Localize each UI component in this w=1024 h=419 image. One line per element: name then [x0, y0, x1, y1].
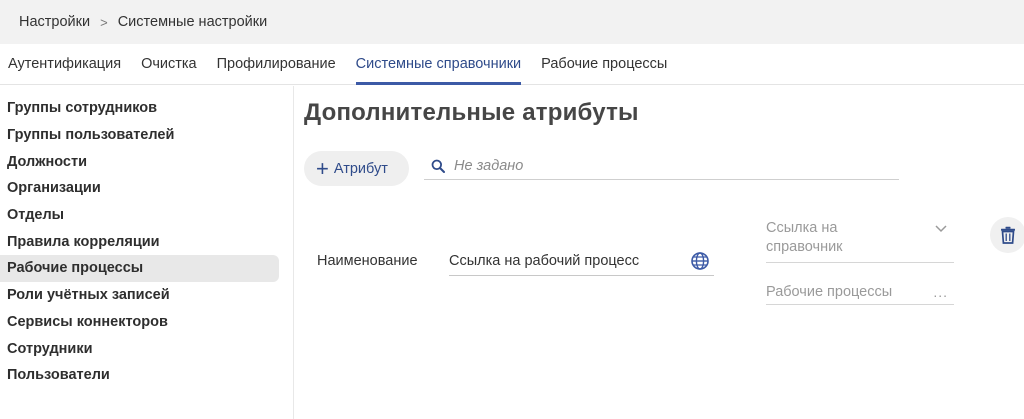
sidebar-item-correlation-rules[interactable]: Правила корреляции: [0, 228, 279, 255]
sidebar-item-user-groups[interactable]: Группы пользователей: [0, 122, 279, 149]
sidebar-item-organizations[interactable]: Организации: [0, 175, 279, 202]
sidebar-item-positions[interactable]: Должности: [0, 148, 279, 175]
sidebar-item-users[interactable]: Пользователи: [0, 362, 279, 389]
sidebar-item-connector-services[interactable]: Сервисы коннекторов: [0, 309, 279, 336]
tab-bar: Аутентификация Очистка Профилирование Си…: [0, 44, 1024, 85]
breadcrumb: Настройки > Системные настройки: [0, 0, 1024, 44]
workflow-field-placeholder: Рабочие процессы: [766, 283, 893, 300]
attribute-name-value: Ссылка на рабочий процесс: [449, 252, 640, 269]
search-field: [424, 152, 899, 180]
main-content: Дополнительные атрибуты + Атрибут Наимен…: [295, 86, 1024, 419]
add-attribute-label: Атрибут: [333, 160, 388, 177]
chevron-down-icon[interactable]: [934, 221, 948, 235]
delete-attribute-button[interactable]: [990, 217, 1024, 253]
attribute-name-field[interactable]: Ссылка на рабочий процесс: [449, 246, 714, 276]
page-title: Дополнительные атрибуты: [304, 99, 639, 126]
breadcrumb-settings[interactable]: Настройки: [19, 14, 90, 30]
tab-authentication[interactable]: Аутентификация: [8, 44, 121, 84]
attribute-name-label: Наименование: [317, 253, 418, 269]
sidebar: Группы сотрудников Группы пользователей …: [0, 86, 294, 419]
sidebar-item-departments[interactable]: Отделы: [0, 202, 279, 229]
globe-icon[interactable]: [690, 251, 710, 271]
breadcrumb-system-settings: Системные настройки: [117, 14, 268, 30]
sidebar-item-account-roles[interactable]: Роли учётных записей: [0, 282, 279, 309]
tab-cleanup[interactable]: Очистка: [141, 44, 197, 84]
tab-profiling[interactable]: Профилирование: [217, 44, 336, 84]
search-icon: [431, 159, 445, 173]
tab-system-directories[interactable]: Системные справочники: [355, 44, 522, 85]
workflow-field[interactable]: Рабочие процессы ...: [766, 279, 954, 305]
reference-select[interactable]: Ссылка на справочник: [766, 219, 954, 263]
trash-icon: [1001, 226, 1015, 244]
sidebar-item-employee-groups[interactable]: Группы сотрудников: [0, 95, 279, 122]
sidebar-item-workflows[interactable]: Рабочие процессы: [0, 255, 279, 282]
plus-icon: +: [316, 155, 329, 181]
reference-select-placeholder: Ссылка на справочник: [766, 220, 843, 255]
search-input[interactable]: [454, 157, 874, 174]
sidebar-item-employees[interactable]: Сотрудники: [0, 335, 279, 362]
add-attribute-button[interactable]: + Атрибут: [304, 151, 409, 186]
breadcrumb-separator: >: [100, 14, 108, 30]
more-icon[interactable]: ...: [933, 284, 948, 300]
tab-workflows[interactable]: Рабочие процессы: [541, 44, 667, 84]
